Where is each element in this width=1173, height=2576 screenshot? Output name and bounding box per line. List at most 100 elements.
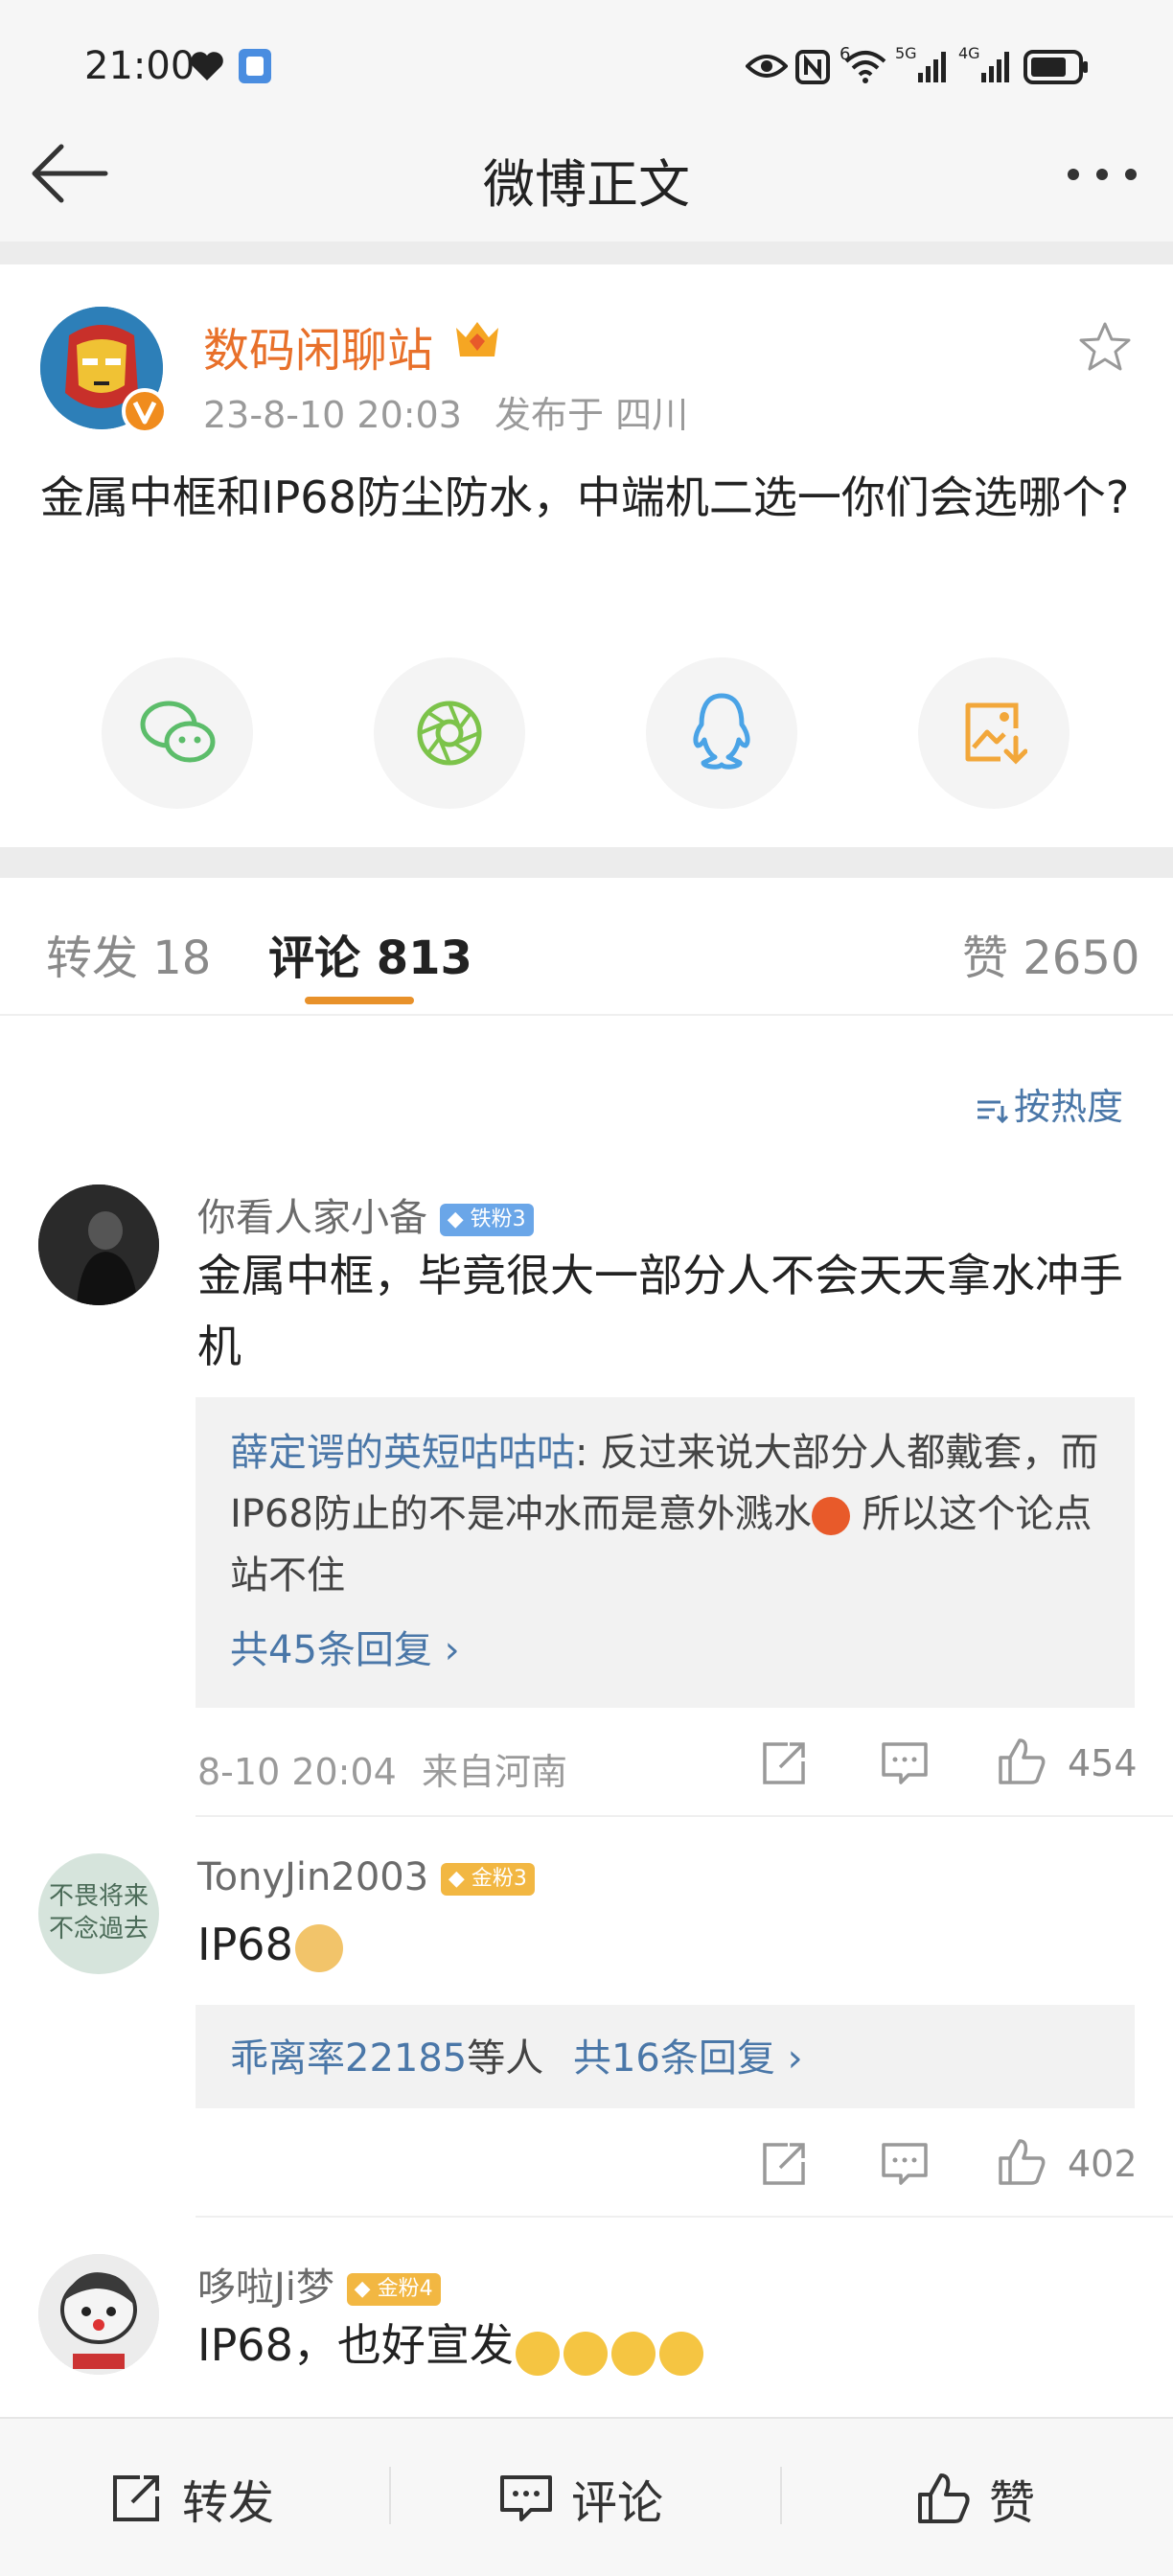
comment-username[interactable]: 你看人家小备 [197, 1196, 427, 1240]
comment-user-row: 哆啦Ji梦 ◆ 金粉4 [197, 2256, 441, 2312]
chevron-right-icon: › [787, 2036, 803, 2081]
fan-badge: ◆ 铁粉3 [439, 1204, 534, 1236]
bottom-repost-label: 转发 [182, 2476, 275, 2530]
fan-badge: ◆ 金粉4 [346, 2273, 441, 2306]
fan-badge-label: 铁粉3 [470, 1208, 526, 1231]
share-wechat-button[interactable] [102, 657, 253, 809]
save-image-icon [965, 702, 1027, 765]
view-more-replies-link[interactable]: 共45条回复 › [230, 1620, 460, 1681]
like-icon [918, 2473, 970, 2523]
avatar-calligraphy-text: 不畏将来不念過去 [48, 1882, 149, 1944]
eye-icon [746, 55, 788, 78]
verified-badge-icon [122, 388, 168, 434]
heart-icon [191, 52, 223, 80]
bottom-separator [389, 2467, 391, 2524]
active-tab-indicator [305, 997, 414, 1004]
tab-repost[interactable]: 转发 18 [46, 920, 211, 987]
avatar-photo [38, 1184, 159, 1305]
like-count: 402 [1068, 2143, 1138, 2185]
reply-users[interactable]: 乖离率22185 [230, 2036, 467, 2081]
comment-username[interactable]: TonyJin2003 [197, 1855, 428, 1899]
view-more-replies-link[interactable]: 共16条回复 › [573, 2036, 803, 2081]
repost-icon[interactable] [759, 1738, 809, 1788]
reply-preview: 薛定谔的英短咕咕咕: 反过来说大部分人都戴套，而IP68防止的不是冲水而是意外溅… [230, 1422, 1112, 1606]
fan-badge-label: 金粉3 [471, 1867, 527, 1891]
share-moments-button[interactable] [374, 657, 525, 809]
repost-icon[interactable] [759, 2139, 809, 2189]
sort-icon [978, 1100, 1009, 1123]
avatar-drawing [38, 2254, 159, 2375]
reply-summary: 乖离率22185等人 共16条回复 › [230, 2028, 803, 2089]
comment-icon [500, 2475, 552, 2521]
author-name[interactable]: 数码闲聊站 [203, 312, 433, 380]
comment-divider [196, 2216, 1173, 2218]
comment-divider [196, 1815, 1173, 1817]
comment-user-row: 你看人家小备 ◆ 铁粉3 [197, 1186, 534, 1242]
repost-icon [113, 2475, 159, 2521]
favorite-star-icon[interactable] [1077, 320, 1133, 374]
fan-badge: ◆ 金粉3 [440, 1863, 535, 1896]
signal-label-5g: 5G [895, 44, 917, 62]
4g-signal-icon [981, 52, 1009, 82]
moments-icon [417, 701, 482, 766]
like-count: 454 [1068, 1742, 1138, 1784]
bottom-separator [780, 2467, 782, 2524]
comment-source: 来自河南 [421, 1751, 567, 1793]
status-time: 21:00 [84, 44, 196, 88]
post-location: 发布于 四川 [494, 394, 689, 436]
comment-time: 8-10 20:04 [197, 1751, 397, 1793]
comment-icon[interactable] [880, 2139, 930, 2189]
angry-emoji-icon [811, 1497, 850, 1535]
share-save-image-button[interactable] [918, 657, 1070, 809]
more-replies-label: 共45条回复 [230, 1628, 432, 1672]
section-divider [0, 847, 1173, 878]
tab-comments[interactable]: 评论 813 [268, 920, 472, 987]
comment-text-row: IP68，也好宣发 [197, 2310, 707, 2380]
page-title: 微博正文 [483, 154, 690, 215]
post-text: 金属中框和IP68防尘防水，中端机二选一你们会选哪个? [40, 472, 1130, 523]
comment-text: IP68 [197, 1919, 293, 1970]
post-time: 23-8-10 20:03 [203, 394, 462, 436]
comment-meta: 8-10 20:04 来自河南 [197, 1742, 567, 1795]
bottom-repost-button[interactable]: 转发 [109, 2465, 274, 2532]
reply-users-suffix: 等人 [467, 2036, 544, 2081]
sort-by-hot-button[interactable]: 按热度 [976, 1077, 1123, 1130]
bottom-like-label: 赞 [989, 2476, 1036, 2530]
reply-username[interactable]: 薛定谔的英短咕咕咕 [230, 1431, 575, 1475]
comment-icon[interactable] [880, 1738, 930, 1788]
battery-icon [1024, 50, 1088, 84]
wechat-icon [140, 701, 216, 763]
comment-text: IP68，也好宣发 [197, 2319, 514, 2371]
doge-emoji-icon [294, 1923, 343, 1972]
comment-text-row: IP68 [197, 1909, 343, 1980]
tabs-divider [0, 1014, 1173, 1016]
signal-label-4g: 4G [958, 44, 980, 62]
crying-emoji-icons [515, 2325, 707, 2376]
sort-label: 按热度 [1014, 1086, 1124, 1128]
qq-icon [693, 693, 750, 770]
share-qq-button[interactable] [646, 657, 797, 809]
like-icon[interactable] [997, 1736, 1046, 1786]
comment-avatar[interactable]: 不畏将来不念過去 [38, 1853, 159, 1974]
bottom-comment-label: 评论 [571, 2476, 664, 2530]
comment-username[interactable]: 哆啦Ji梦 [197, 2266, 334, 2310]
fan-badge-label: 金粉4 [377, 2277, 433, 2301]
comment-text: 金属中框，毕竟很大一部分人不会天天拿水冲手机 [197, 1250, 1123, 1372]
wifi-icon [844, 51, 886, 83]
comment-avatar[interactable] [38, 1184, 159, 1305]
member-crown-icon [456, 322, 498, 356]
post-meta: 23-8-10 20:03 发布于 四川 [203, 385, 688, 438]
comment-user-row: TonyJin2003 ◆ 金粉3 [197, 1855, 535, 1899]
bottom-like-button[interactable]: 赞 [916, 2465, 1035, 2532]
nfc-icon [795, 50, 830, 84]
more-dots-icon[interactable] [1064, 165, 1140, 184]
5g-signal-icon [918, 52, 946, 82]
bottom-comment-button[interactable]: 评论 [498, 2465, 663, 2532]
app-notification-icon [239, 49, 271, 83]
chevron-right-icon: › [444, 1628, 460, 1672]
more-replies-label: 共16条回复 [572, 2036, 775, 2081]
comment-avatar[interactable] [38, 2254, 159, 2375]
section-divider [0, 242, 1173, 264]
tab-likes[interactable]: 赞 2650 [962, 920, 1139, 987]
like-icon[interactable] [997, 2137, 1046, 2187]
